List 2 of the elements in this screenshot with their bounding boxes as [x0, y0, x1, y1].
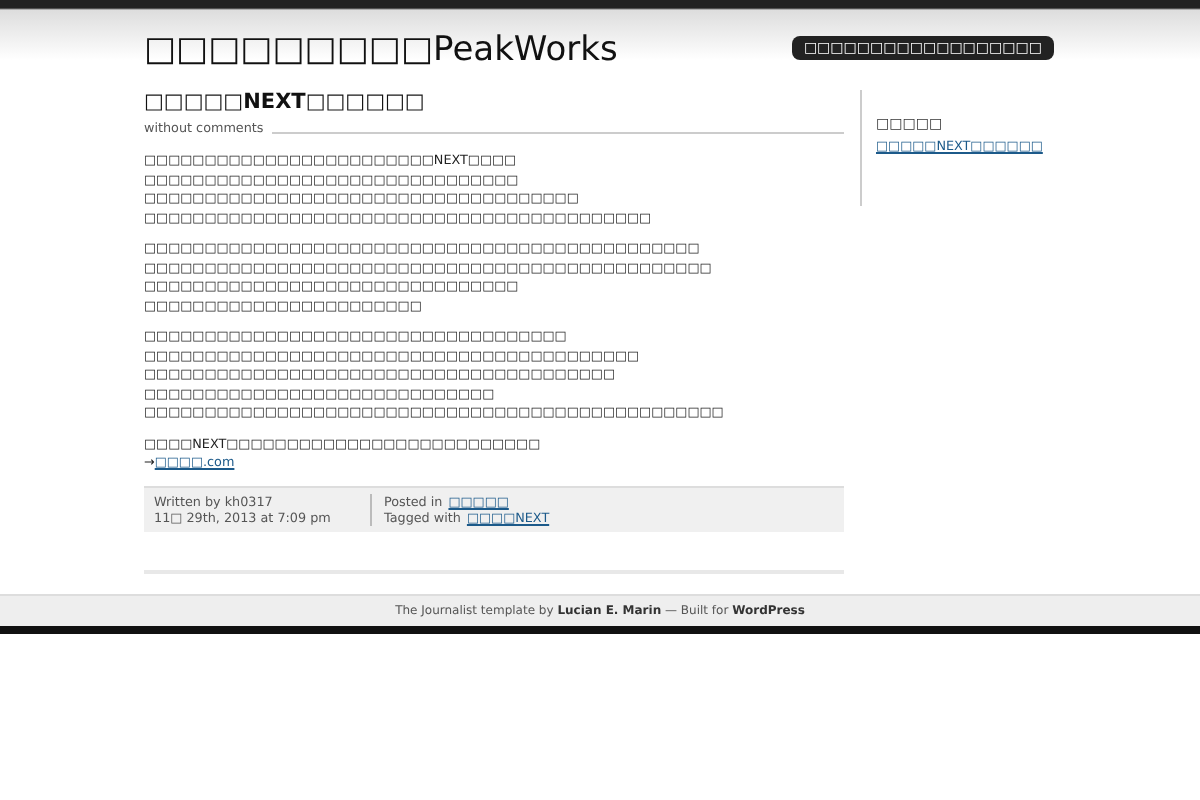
post-title[interactable]: □□□□□NEXT□□□□□□ [144, 90, 844, 114]
site-title[interactable]: □□□□□□□□□PeakWorks [144, 30, 618, 70]
